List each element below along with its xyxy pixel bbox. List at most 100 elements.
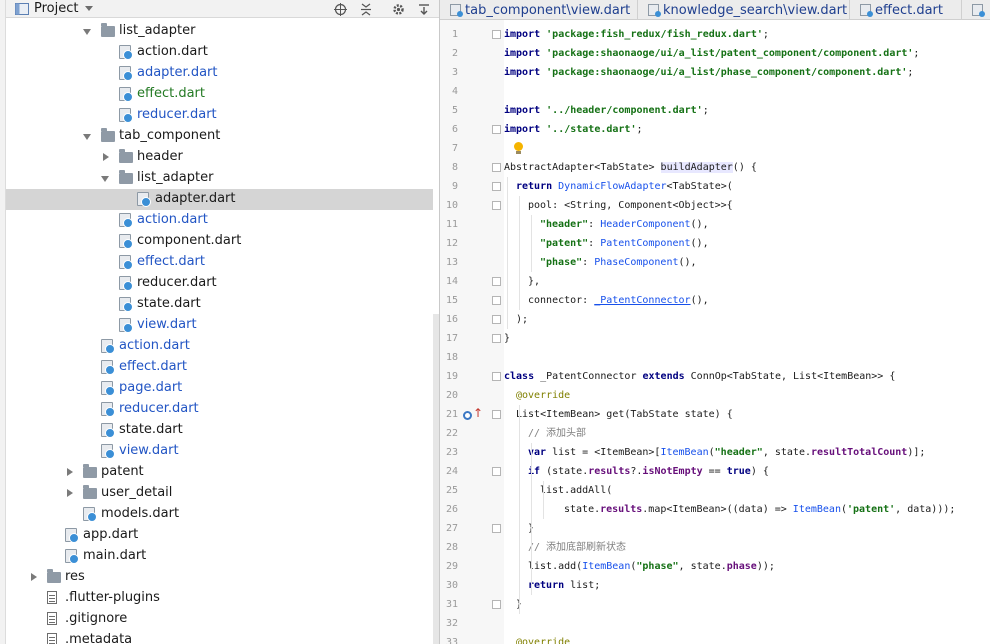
tree-folder[interactable]: res [6, 567, 433, 588]
code-line[interactable]: import 'package:shaonaoge/ui/a_list/phas… [504, 63, 990, 82]
tree-file[interactable]: .metadata [6, 630, 433, 644]
line-number[interactable]: 14 [440, 276, 458, 287]
code-line[interactable]: pool: <String, Component<Object>>{ [504, 196, 990, 215]
code-line[interactable]: "phase": PhaseComponent(), [504, 253, 990, 272]
code-area[interactable]: import 'package:fish_redux/fish_redux.da… [504, 20, 990, 644]
fold-marker-icon[interactable] [492, 277, 501, 286]
code-line[interactable]: @override [504, 386, 990, 405]
fold-marker-icon[interactable] [492, 334, 501, 343]
editor-tab[interactable]: tab_component\view.dart [440, 0, 638, 20]
fold-marker-icon[interactable] [492, 372, 501, 381]
tree-file[interactable]: reducer.dart [6, 273, 433, 294]
lightbulb-icon[interactable] [513, 142, 524, 155]
code-line[interactable]: import 'package:fish_redux/fish_redux.da… [504, 25, 990, 44]
line-number[interactable]: 30 [440, 580, 458, 591]
line-number[interactable]: 27 [440, 523, 458, 534]
tree-file[interactable]: effect.dart [6, 84, 433, 105]
code-line[interactable]: connector: _PatentConnector(), [504, 291, 990, 310]
code-line[interactable]: "patent": PatentComponent(), [504, 234, 990, 253]
editor-tab[interactable]: knowledge_search\view.dart [638, 0, 850, 20]
line-number[interactable]: 8 [440, 162, 458, 173]
tree-file[interactable]: component.dart [6, 231, 433, 252]
code-line[interactable]: list.add(ItemBean("phase", state.phase))… [504, 557, 990, 576]
fold-marker-icon[interactable] [492, 30, 501, 39]
tree-file[interactable]: models.dart [6, 504, 433, 525]
tree-folder[interactable]: tab_component [6, 126, 433, 147]
code-line[interactable] [504, 348, 990, 367]
chevron-down-icon[interactable] [83, 29, 91, 35]
code-line[interactable]: } [504, 329, 990, 348]
collapse-all-icon[interactable] [358, 0, 374, 18]
tree-file[interactable]: reducer.dart [6, 399, 433, 420]
crosshair-icon[interactable] [332, 0, 348, 18]
tree-file[interactable]: state.dart [6, 294, 433, 315]
line-number[interactable]: 21 [440, 409, 458, 420]
code-line[interactable]: } [504, 595, 990, 614]
tree-file[interactable]: effect.dart [6, 357, 433, 378]
line-number[interactable]: 28 [440, 542, 458, 553]
tree-file[interactable]: adapter.dart [6, 189, 433, 210]
code-line[interactable]: // 添加底部刷新状态 [504, 538, 990, 557]
line-number[interactable]: 19 [440, 371, 458, 382]
chevron-down-icon[interactable] [101, 176, 109, 182]
code-line[interactable]: ); [504, 310, 990, 329]
line-number[interactable]: 33 [440, 637, 458, 644]
line-number[interactable]: 7 [440, 143, 458, 154]
tree-file[interactable]: app.dart [6, 525, 433, 546]
line-number[interactable]: 26 [440, 504, 458, 515]
code-line[interactable]: import '../state.dart'; [504, 120, 990, 139]
code-line[interactable]: list.addAll( [504, 481, 990, 500]
chevron-right-icon[interactable] [31, 573, 37, 581]
tree-file[interactable]: action.dart [6, 210, 433, 231]
tree-file[interactable]: view.dart [6, 441, 433, 462]
code-line[interactable] [504, 614, 990, 633]
line-number[interactable]: 3 [440, 67, 458, 78]
line-number[interactable]: 11 [440, 219, 458, 230]
tree-folder[interactable]: patent [6, 462, 433, 483]
code-line[interactable]: return DynamicFlowAdapter<TabState>( [504, 177, 990, 196]
tree-file[interactable]: state.dart [6, 420, 433, 441]
line-number[interactable]: 31 [440, 599, 458, 610]
tree-folder[interactable]: header [6, 147, 433, 168]
line-number[interactable]: 22 [440, 428, 458, 439]
fold-marker-icon[interactable] [492, 182, 501, 191]
line-number[interactable]: 2 [440, 48, 458, 59]
line-number[interactable]: 12 [440, 238, 458, 249]
line-number[interactable]: 4 [440, 86, 458, 97]
tree-file[interactable]: page.dart [6, 378, 433, 399]
tree-file[interactable]: view.dart [6, 315, 433, 336]
line-number[interactable]: 18 [440, 352, 458, 363]
chevron-down-icon[interactable] [82, 0, 96, 18]
code-line[interactable] [504, 82, 990, 101]
tree-file[interactable]: action.dart [6, 336, 433, 357]
fold-marker-icon[interactable] [492, 410, 501, 419]
editor-tab[interactable]: effect.dart [850, 0, 962, 20]
tree-folder[interactable]: user_detail [6, 483, 433, 504]
project-panel-title[interactable]: Project [34, 1, 78, 16]
line-number[interactable]: 9 [440, 181, 458, 192]
line-number[interactable]: 15 [440, 295, 458, 306]
line-number[interactable]: 17 [440, 333, 458, 344]
code-line[interactable] [504, 139, 990, 158]
code-line[interactable]: } [504, 519, 990, 538]
code-line[interactable]: AbstractAdapter<TabState> buildAdapter()… [504, 158, 990, 177]
fold-marker-icon[interactable] [492, 315, 501, 324]
line-number[interactable]: 1 [440, 29, 458, 40]
hide-panel-icon[interactable] [416, 0, 432, 18]
line-number[interactable]: 25 [440, 485, 458, 496]
code-line[interactable]: class _PatentConnector extends ConnOp<Ta… [504, 367, 990, 386]
line-number[interactable]: 13 [440, 257, 458, 268]
tree-file[interactable]: action.dart [6, 42, 433, 63]
line-number[interactable]: 16 [440, 314, 458, 325]
tree-file[interactable]: .gitignore [6, 609, 433, 630]
editor-gutter[interactable]: 1 2 3 4 5 6 7 8 9 10 11 12 13 14 15 16 17 18 19 20 21 ↑ 22 23 24… [440, 20, 504, 644]
tree-file[interactable]: .flutter-plugins [6, 588, 433, 609]
fold-marker-icon[interactable] [492, 600, 501, 609]
code-line[interactable]: @override [504, 633, 990, 644]
fold-marker-icon[interactable] [492, 201, 501, 210]
line-number[interactable]: 29 [440, 561, 458, 572]
line-number[interactable]: 6 [440, 124, 458, 135]
fold-marker-icon[interactable] [492, 163, 501, 172]
line-number[interactable]: 10 [440, 200, 458, 211]
fold-marker-icon[interactable] [492, 125, 501, 134]
